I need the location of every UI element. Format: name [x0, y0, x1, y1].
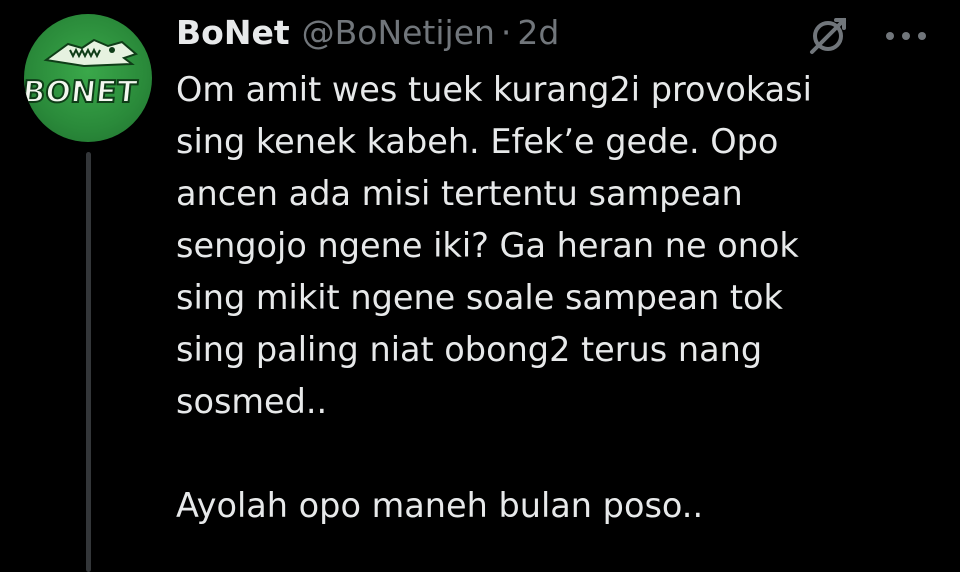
more-options-icon[interactable]: [880, 18, 932, 54]
author-handle[interactable]: @BoNetijen: [302, 10, 495, 56]
author-display-name[interactable]: BoNet: [176, 10, 290, 56]
header-separator: ·: [500, 13, 512, 52]
avatar[interactable]: BONET: [24, 14, 152, 142]
tweet-timestamp[interactable]: 2d: [517, 10, 559, 56]
tweet-text: Om amit wes tuek kurang2i provokasi sing…: [176, 64, 946, 532]
thread-line: [86, 152, 91, 572]
bonet-logo: BONET: [24, 38, 140, 111]
tweet-paragraph-2: Ayolah opo maneh bulan poso..: [176, 486, 704, 525]
tweet-card[interactable]: BONET BoNet @BoNetijen · 2d Om amit wes …: [0, 0, 960, 572]
grok-icon[interactable]: [806, 14, 850, 58]
avatar-logo-text: BONET: [24, 75, 139, 110]
tweet-paragraph-1: Om amit wes tuek kurang2i provokasi sing…: [176, 70, 812, 421]
tweet-header: BoNet @BoNetijen · 2d: [176, 10, 559, 56]
